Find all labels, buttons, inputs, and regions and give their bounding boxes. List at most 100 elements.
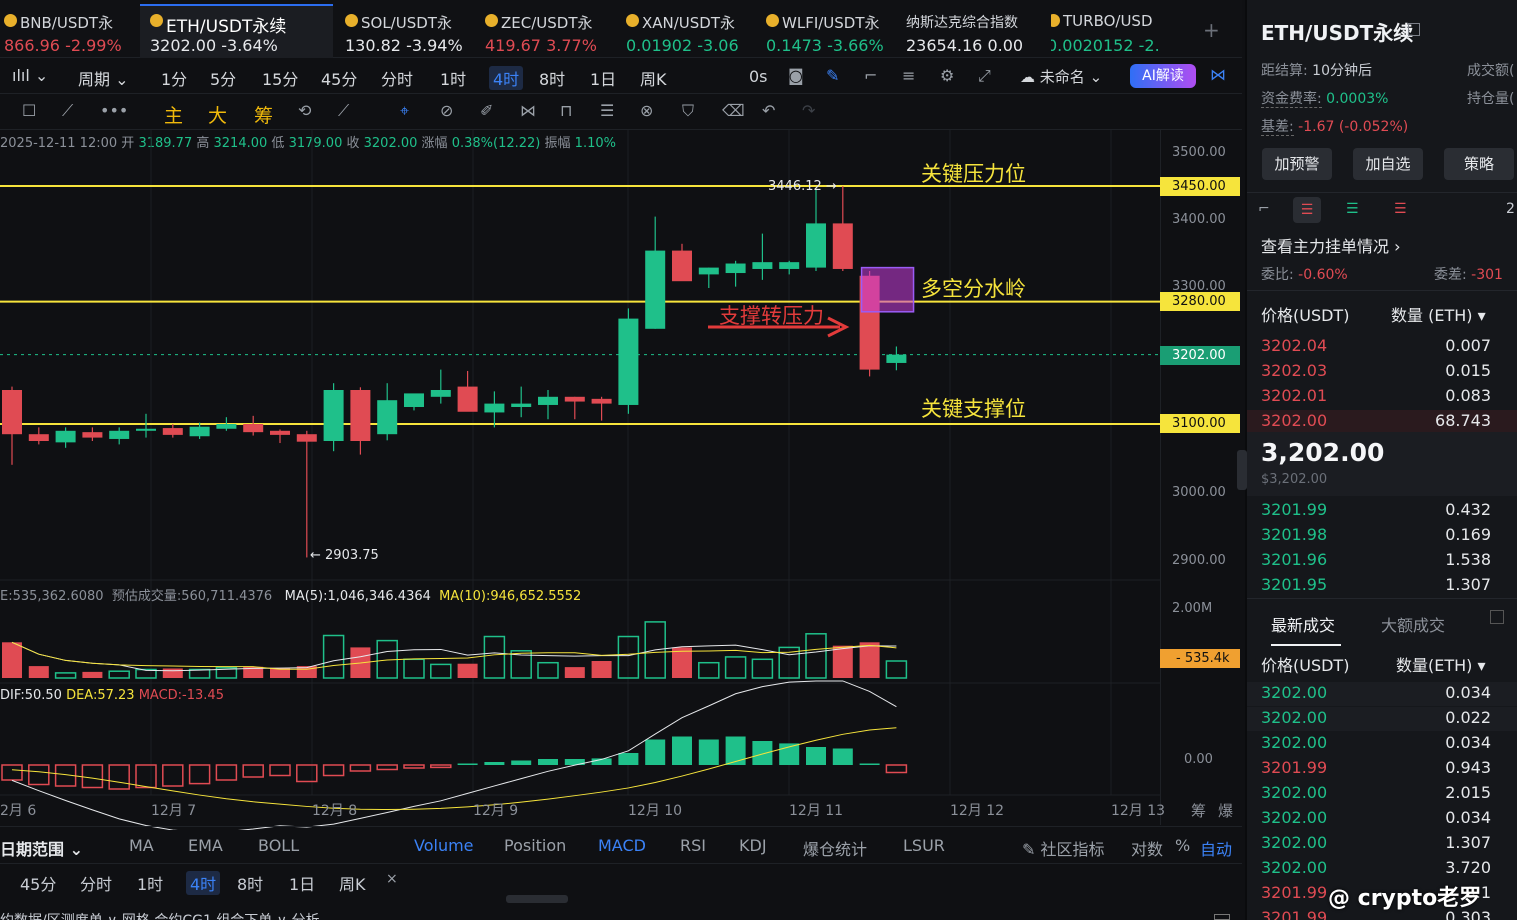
- redo-icon[interactable]: ↷: [802, 101, 815, 120]
- add-alert-button[interactable]: 加预警: [1262, 148, 1332, 180]
- latest-trades-tab[interactable]: 最新成交: [1271, 612, 1335, 636]
- add-watchlist-button[interactable]: 加自选: [1353, 148, 1423, 180]
- note-icon[interactable]: ☰: [600, 101, 614, 120]
- lock-icon[interactable]: ⊓: [560, 101, 572, 120]
- main-orders-link[interactable]: 查看主力挂单情况 ›: [1261, 233, 1401, 257]
- price-chart[interactable]: [0, 130, 1160, 830]
- ticker-name: ZEC/USDT永: [501, 14, 593, 32]
- ticker-tab-wlfi[interactable]: WLFI/USDT永 0.1473 -3.66%: [766, 6, 900, 58]
- large-trades-tab[interactable]: 大额成交: [1381, 612, 1445, 636]
- ai-analysis-button[interactable]: AI解读: [1130, 64, 1196, 88]
- community-indicators-button[interactable]: ✎ 社区指标: [1022, 836, 1105, 860]
- bottom-interval-6[interactable]: 周K: [339, 871, 366, 895]
- trades-qty-header[interactable]: 数量(ETH) ▾: [1396, 652, 1486, 676]
- ticker-tab-zec[interactable]: ZEC/USDT永 419.67 3.77%: [485, 6, 619, 58]
- draw-pen-icon[interactable]: ✎: [826, 66, 839, 85]
- bid-price[interactable]: 3201.98: [1261, 525, 1327, 544]
- camera-icon[interactable]: ◙: [788, 66, 804, 85]
- period-dropdown[interactable]: 周期 ⌄: [78, 66, 129, 90]
- interval-4[interactable]: 分时: [381, 66, 413, 90]
- interval-6[interactable]: 4时: [489, 66, 524, 90]
- indicator-8[interactable]: 爆仓统计: [803, 836, 867, 860]
- fullscreen-icon[interactable]: ⤢: [978, 66, 991, 86]
- indicator-3[interactable]: Volume: [414, 836, 474, 855]
- chart-type-button[interactable]: ılıl ⌄: [12, 66, 48, 85]
- bottom-interval-3[interactable]: 4时: [186, 871, 221, 895]
- percent-scale-toggle[interactable]: %: [1175, 836, 1190, 855]
- list-icon[interactable]: ≡: [902, 66, 915, 85]
- layout-name-dropdown[interactable]: ☁ 未命名 ⌄: [1020, 66, 1102, 87]
- indicator-6[interactable]: RSI: [680, 836, 706, 855]
- tool-icon-b[interactable]: ⟋: [338, 101, 349, 121]
- large-trades-checkbox[interactable]: [1490, 610, 1504, 624]
- book-layout-icon[interactable]: ⌐: [1258, 201, 1270, 217]
- bid-price[interactable]: 3201.95: [1261, 575, 1327, 594]
- interval-8[interactable]: 1日: [590, 66, 616, 90]
- large-order-toggle[interactable]: 大: [208, 101, 227, 128]
- bottom-tabs-partial[interactable]: 约数据/区测度单 ∨ 网格 合约CG1 组合下单 ∨ 分析: [0, 910, 319, 920]
- orderbook-qty-header[interactable]: 数量 (ETH) ▾: [1391, 302, 1486, 326]
- bottom-interval-4[interactable]: 8时: [237, 871, 263, 895]
- book-bids-icon[interactable]: ☰: [1346, 201, 1359, 217]
- book-both-icon[interactable]: ☰: [1293, 197, 1321, 223]
- indicator-5[interactable]: MACD: [598, 836, 646, 855]
- interval-3[interactable]: 45分: [321, 66, 357, 90]
- interval-9[interactable]: 周K: [640, 66, 667, 90]
- interval-5[interactable]: 1时: [440, 66, 466, 90]
- settings-gear-icon[interactable]: ⚙: [940, 66, 954, 85]
- chips-toggle[interactable]: 筹: [254, 101, 273, 128]
- tool-icon-a[interactable]: ⟲: [298, 101, 311, 120]
- bottom-interval-0[interactable]: 45分: [20, 871, 56, 895]
- auto-scale-toggle[interactable]: 自动: [1200, 836, 1232, 860]
- bid-price[interactable]: 3201.96: [1261, 550, 1327, 569]
- indicator-0[interactable]: MA: [129, 836, 154, 855]
- depth-precision[interactable]: 2: [1506, 201, 1515, 217]
- ticker-tab-xan[interactable]: XAN/USDT永 0.01902 -3.06: [626, 6, 760, 58]
- brush-icon[interactable]: ✐: [480, 101, 493, 120]
- strategy-button[interactable]: 策略: [1444, 148, 1514, 180]
- pattern-icon[interactable]: ⋈: [520, 101, 536, 120]
- volume-bar: [591, 661, 612, 678]
- main-force-toggle[interactable]: 主: [164, 101, 183, 128]
- line-tool-icon[interactable]: ⟋: [62, 101, 73, 121]
- close-bottom-intervals-icon[interactable]: ×: [386, 871, 398, 887]
- book-asks-icon[interactable]: ☰: [1394, 201, 1407, 217]
- bottom-interval-1[interactable]: 分时: [80, 871, 112, 895]
- crosshair-icon[interactable]: ⌐: [864, 66, 877, 85]
- bottom-interval-2[interactable]: 1时: [137, 871, 163, 895]
- window-minimize-icon[interactable]: [1214, 914, 1230, 920]
- share-icon[interactable]: ⋈: [1210, 65, 1226, 84]
- bid-price[interactable]: 3201.99: [1261, 500, 1327, 519]
- right-panel-collapse[interactable]: [1237, 450, 1247, 490]
- indicator-4[interactable]: Position: [504, 836, 566, 855]
- chips-axis-toggle[interactable]: 筹: [1191, 800, 1206, 821]
- undo-icon[interactable]: ↶: [762, 101, 775, 120]
- ticker-tab-eth[interactable]: ETH/USDT永续 3202.00 -3.64%: [150, 6, 334, 58]
- panel-collapse-handle[interactable]: [506, 895, 568, 903]
- ruler-icon[interactable]: ⊘: [440, 101, 453, 120]
- add-tab-icon[interactable]: +: [1203, 18, 1220, 42]
- indicator-7[interactable]: KDJ: [739, 836, 767, 855]
- ticker-tab-turbo[interactable]: TURBO/USD 0.0020152 -2.: [1051, 6, 1171, 58]
- interval-2[interactable]: 15分: [262, 66, 298, 90]
- date-range-button[interactable]: 日期范围 ⌄: [0, 836, 83, 860]
- cursor-tool-icon[interactable]: ⌖: [400, 101, 409, 121]
- interval-0[interactable]: 1分: [161, 66, 187, 90]
- indicator-1[interactable]: EMA: [188, 836, 223, 855]
- more-tools-icon[interactable]: •••: [100, 101, 128, 120]
- ticker-tab-bnb[interactable]: BNB/USDT永 866.96 -2.99%: [4, 6, 138, 58]
- magnet-icon[interactable]: ⊗: [640, 101, 653, 120]
- trash-icon[interactable]: ⌫: [722, 101, 745, 120]
- interval-1[interactable]: 5分: [210, 66, 236, 90]
- log-scale-toggle[interactable]: 对数: [1131, 836, 1163, 860]
- filter-icon[interactable]: ⛉: [682, 101, 694, 121]
- ticker-tab-nasdaq[interactable]: 纳斯达克综合指数 23654.16 0.00: [906, 6, 1036, 58]
- rectangle-tool-icon[interactable]: ☐: [22, 101, 36, 120]
- indicator-9[interactable]: LSUR: [903, 836, 945, 855]
- indicator-2[interactable]: BOLL: [258, 836, 299, 855]
- ticker-tab-sol[interactable]: SOL/USDT永 130.82 -3.94%: [345, 6, 479, 58]
- liquidation-axis-toggle[interactable]: 爆: [1218, 800, 1233, 821]
- bottom-interval-5[interactable]: 1日: [289, 871, 315, 895]
- interval-7[interactable]: 8时: [539, 66, 565, 90]
- copy-icon[interactable]: [1408, 23, 1420, 36]
